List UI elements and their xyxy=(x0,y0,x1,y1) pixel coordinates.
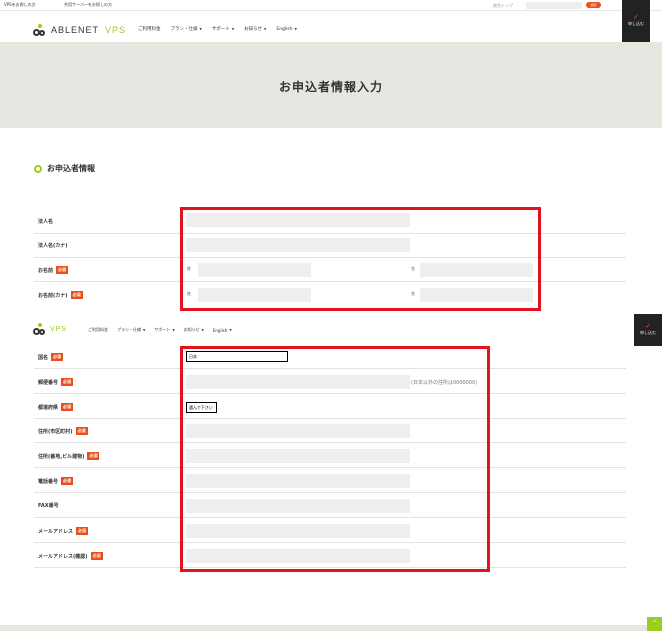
required-badge: 必須 xyxy=(70,291,83,299)
field-label: メールアドレス xyxy=(38,528,74,535)
chevron-down-icon: ▼ xyxy=(201,328,204,332)
search-button[interactable]: 検索 xyxy=(586,2,601,8)
required-badge: 必須 xyxy=(56,266,69,274)
nav-english[interactable]: English ▼ xyxy=(276,26,297,32)
highlight-box-top xyxy=(180,207,541,311)
nav-support[interactable]: サポート ▼ xyxy=(154,327,174,333)
required-badge: 必須 xyxy=(61,477,74,485)
product-name: VPS xyxy=(50,325,68,333)
page-title: お申込者情報入力 xyxy=(278,80,383,94)
chevron-down-icon: ▼ xyxy=(231,27,235,31)
field-label: お名前(カナ) xyxy=(38,292,68,299)
highlight-box-bottom xyxy=(180,346,490,572)
chevron-down-icon: ▼ xyxy=(143,328,146,332)
apply-button[interactable]: ✓ 申し込む xyxy=(622,0,650,42)
required-badge: 必須 xyxy=(51,353,64,361)
utility-bar: VPSをお探しの方 共用サーバーをお探しの方 総合トップ 検索 xyxy=(0,0,662,11)
nav-plans[interactable]: プラン・仕様 ▼ xyxy=(171,26,202,32)
main-nav: ご利用料金 プラン・仕様 ▼ サポート ▼ お知らせ ▼ English ▼ xyxy=(138,26,297,33)
field-label: 都道府県 xyxy=(38,404,59,411)
search-input[interactable] xyxy=(526,2,582,9)
product-name: VPS xyxy=(105,25,127,35)
chevron-down-icon: ▼ xyxy=(294,27,297,31)
chevron-down-icon: ▼ xyxy=(229,328,232,332)
sticky-logo[interactable]: VPS xyxy=(33,323,67,335)
field-label: FAX番号 xyxy=(38,503,59,509)
field-label: 住所(市区町村) xyxy=(38,428,73,435)
brand-name: ABLENET xyxy=(51,25,100,35)
nav-support[interactable]: サポート ▼ xyxy=(212,26,234,32)
field-label: 郵便番号 xyxy=(38,379,59,386)
chevron-down-icon: ▼ xyxy=(199,27,202,31)
pen-icon: ✓ xyxy=(645,322,651,330)
nav-pricing[interactable]: ご利用料金 xyxy=(138,26,161,32)
field-label: 法人名 xyxy=(38,219,54,225)
page-hero: お申込者情報入力 xyxy=(0,42,662,128)
back-to-top-button[interactable]: ^ xyxy=(647,617,662,631)
circle-icon xyxy=(34,164,42,173)
pen-icon: ✓ xyxy=(633,13,639,21)
logo[interactable]: ABLENET VPS xyxy=(33,24,126,36)
required-badge: 必須 xyxy=(87,452,100,460)
field-label: 法人名(カナ) xyxy=(38,243,68,249)
vps-link[interactable]: VPSをお探しの方 xyxy=(4,2,36,8)
required-badge: 必須 xyxy=(75,427,88,435)
field-label: 国名 xyxy=(38,354,49,361)
section-title: お申込者情報 xyxy=(34,163,95,174)
field-label: お名前 xyxy=(38,267,54,274)
shared-server-link[interactable]: 共用サーバーをお探しの方 xyxy=(64,2,112,8)
footer-strip xyxy=(0,625,662,631)
required-badge: 必須 xyxy=(61,378,74,386)
nav-news[interactable]: お知らせ ▼ xyxy=(184,327,204,333)
required-badge: 必須 xyxy=(90,552,103,560)
field-label: 電話番号 xyxy=(38,478,59,485)
logo-mark-icon xyxy=(33,24,47,36)
sticky-apply-button[interactable]: ✓ 申し込む xyxy=(634,314,662,346)
header: ABLENET VPS ご利用料金 プラン・仕様 ▼ サポート ▼ お知らせ ▼ En… xyxy=(0,11,662,42)
site-top-link[interactable]: 総合トップ xyxy=(493,3,513,9)
nav-news[interactable]: お知らせ ▼ xyxy=(244,26,266,32)
required-badge: 必須 xyxy=(76,527,89,535)
chevron-down-icon: ▼ xyxy=(172,328,175,332)
chevron-up-icon: ^ xyxy=(651,620,658,627)
nav-pricing[interactable]: ご利用料金 xyxy=(88,327,108,333)
sticky-nav: ご利用料金 プラン・仕様 ▼ サポート ▼ お知らせ ▼ English ▼ xyxy=(88,327,232,333)
required-badge: 必須 xyxy=(61,403,74,411)
nav-plans[interactable]: プラン・仕様 ▼ xyxy=(117,327,145,333)
chevron-down-icon: ▼ xyxy=(264,27,267,31)
nav-english[interactable]: English ▼ xyxy=(213,327,232,333)
field-label: 住所(番地,ビル建物) xyxy=(38,453,85,460)
field-label: メールアドレス(確認) xyxy=(38,553,88,560)
logo-mark-icon xyxy=(33,323,47,335)
